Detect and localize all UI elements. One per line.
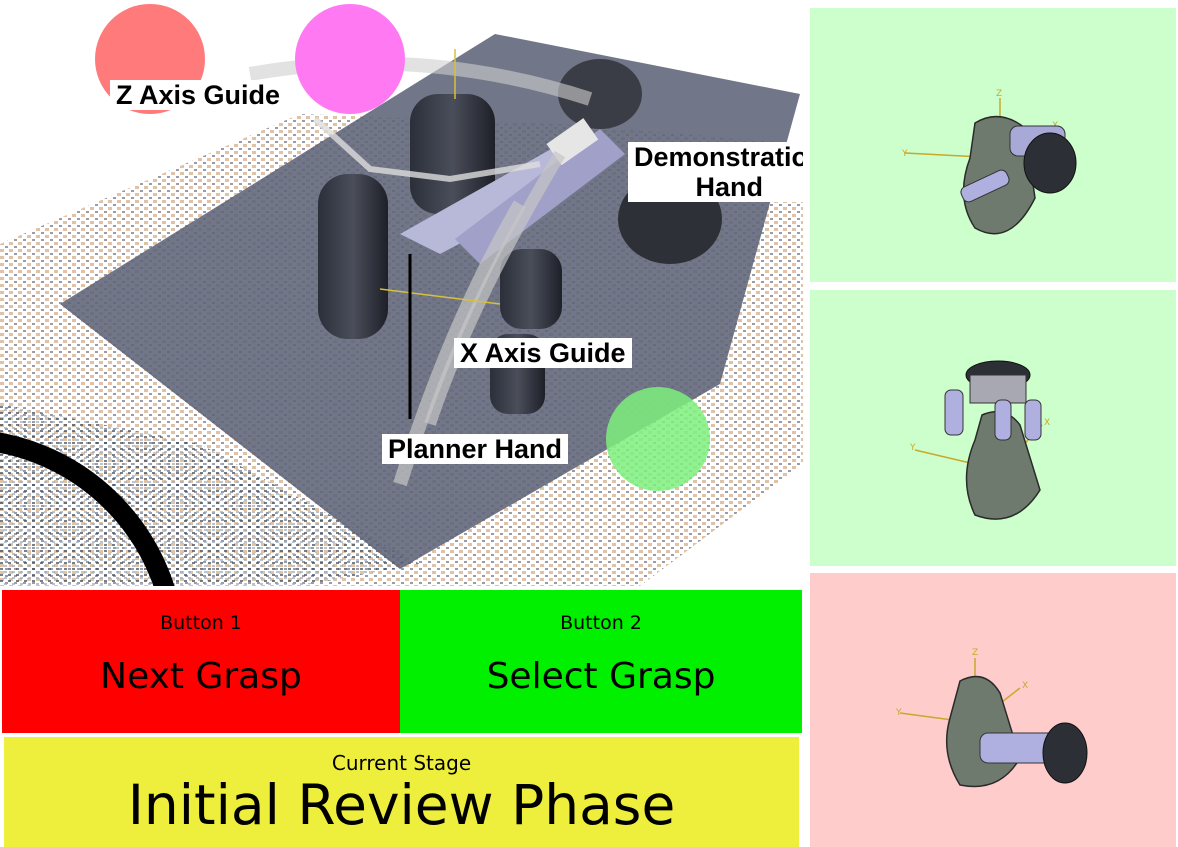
axis-label-y: Y xyxy=(909,443,916,453)
demonstration-hand-label: Demonstration Hand xyxy=(628,142,803,202)
demonstration-hand-label-line1: Demonstration xyxy=(634,142,803,172)
axis-label-z: Z xyxy=(972,648,978,658)
gripper-body xyxy=(969,374,1027,404)
grasp-view-1[interactable]: Z Y X xyxy=(810,8,1176,282)
button2-label: Select Grasp xyxy=(486,656,716,697)
button1-label: Next Grasp xyxy=(100,656,302,697)
next-grasp-button[interactable]: Button 1 Next Grasp xyxy=(2,590,400,733)
grasp-preview-icon: Z Y X xyxy=(895,648,1088,788)
scene-3d-view[interactable]: Z Axis Guide Demonstration Hand X Axis G… xyxy=(0,4,803,586)
gripper-palm xyxy=(1023,132,1077,194)
axis-label-y: Y xyxy=(901,149,908,159)
gripper-finger xyxy=(994,399,1012,441)
object-bottle xyxy=(500,249,562,329)
planner-hand-label: Planner Hand xyxy=(382,434,569,464)
grasp-view-3[interactable]: Z Y X xyxy=(810,573,1176,847)
demonstration-hand-label-line2: Hand xyxy=(695,172,764,202)
x-guide-circle xyxy=(606,387,710,491)
axis-label-x: X xyxy=(1022,681,1028,691)
button2-caption: Button 2 xyxy=(560,612,642,634)
gripper-palm xyxy=(1042,722,1088,784)
gripper-finger xyxy=(1024,399,1042,441)
axis-label-z: Z xyxy=(996,89,1002,99)
magenta-guide-circle xyxy=(295,4,405,114)
object-bottle xyxy=(318,174,388,339)
object-mesh xyxy=(945,675,1021,788)
current-stage-caption: Current Stage xyxy=(331,751,472,775)
button1-caption: Button 1 xyxy=(160,612,242,634)
x-axis-guide-label: X Axis Guide xyxy=(454,338,632,368)
grasp-preview-icon: Y X xyxy=(909,360,1050,520)
current-stage-panel: Current Stage Initial Review Phase xyxy=(4,737,799,847)
current-stage-value: Initial Review Phase xyxy=(127,773,676,837)
grasp-preview-icon: Z Y X xyxy=(901,89,1077,235)
select-grasp-button[interactable]: Button 2 Select Grasp xyxy=(400,590,802,733)
gripper-finger xyxy=(944,389,964,436)
axis-label-x: X xyxy=(1044,418,1050,428)
z-axis-guide-label: Z Axis Guide xyxy=(110,80,287,110)
axis-label-y: Y xyxy=(895,708,902,718)
grasp-view-2[interactable]: Y X xyxy=(810,290,1176,566)
